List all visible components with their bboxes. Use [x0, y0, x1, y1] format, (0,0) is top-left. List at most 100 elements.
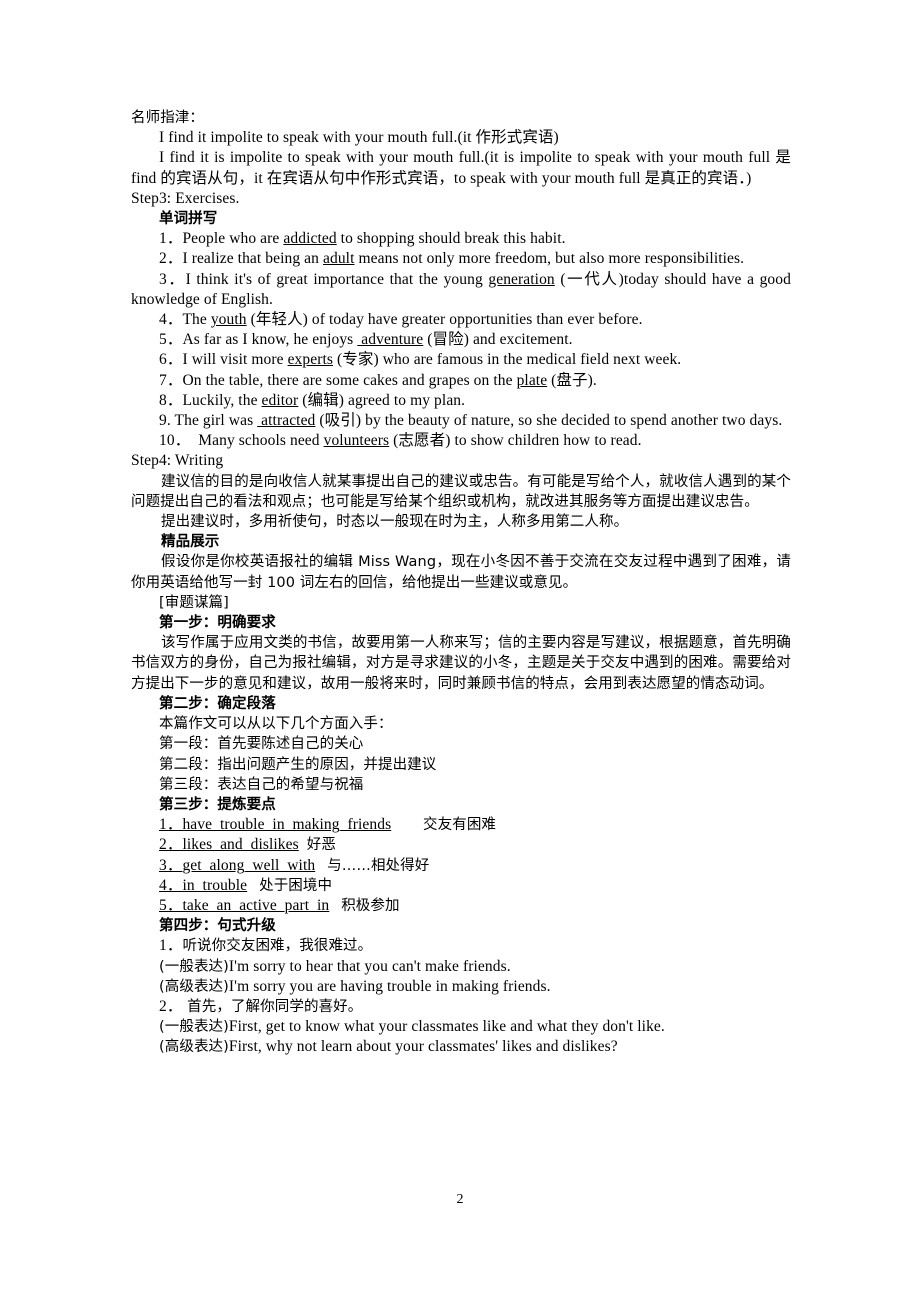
item-text-pre: Many schools need: [190, 432, 324, 450]
spelling-item-6: 6．I will visit more experts (专家) who are…: [131, 350, 791, 370]
item-text-post: (专家) who are famous in the medical field…: [333, 351, 682, 369]
step-four-item-1-cn: 1．听说你交友困难，我很难过。: [131, 936, 791, 956]
item-number: 3．: [159, 270, 186, 288]
item-meaning: 处于困境中: [259, 877, 333, 894]
item-answer: adventure: [357, 331, 424, 349]
item-gap: [315, 857, 327, 874]
advanced-sentence: I'm sorry you are having trouble in maki…: [228, 977, 551, 995]
document-page: 名师指津： I find it impolite to speak with y…: [0, 0, 920, 1302]
writing-intro-paragraph-1: 建议信的目的是向收信人就某事提出自己的建议或忠告。有可能是写给个人，就收信人遇到…: [131, 473, 791, 510]
step-two-intro: 本篇作文可以从以下几个方面入手：: [159, 716, 393, 733]
item-number: 2．: [159, 997, 183, 1015]
spelling-item-1: 1．People who are addicted to shopping sh…: [131, 229, 791, 249]
step3-heading: Step3: Exercises.: [131, 189, 240, 207]
item-number: 10．: [159, 432, 191, 450]
spelling-heading: 单词拼写: [159, 211, 218, 228]
item-text-pre: I will visit more: [182, 351, 288, 369]
item-answer: experts: [287, 351, 334, 369]
item-phrase: in_trouble: [182, 876, 248, 894]
item-text-post: to shopping should break this habit.: [336, 230, 566, 248]
spelling-item-5: 5．As far as I know, he enjoys adventure …: [131, 330, 791, 350]
step-three-item-1: 1．have_trouble_in_making_friends 交友有困难: [131, 815, 791, 835]
step-one-body: 该写作属于应用文类的书信，故要用第一人称来写；信的主要内容是写建议，根据题意，首…: [131, 635, 791, 692]
item-number: 7．: [159, 371, 183, 389]
spelling-item-8: 8．Luckily, the editor (编辑) agreed to my …: [131, 391, 791, 411]
item-meaning: 交友有困难: [423, 817, 497, 834]
item-number: 8．: [159, 391, 183, 409]
item-phrase: likes_and_dislikes: [182, 836, 299, 854]
advanced-sentence: First, why not learn about your classmat…: [228, 1038, 618, 1056]
step-three-item-4: 4．in_trouble 处于困境中: [131, 876, 791, 896]
step-three-item-5: 5．take_an_active_part_in 积极参加: [131, 896, 791, 916]
step-three-item-2: 2．likes_and_dislikes 好恶: [131, 835, 791, 855]
step4-heading: Step4: Writing: [131, 452, 224, 470]
basic-label: (一般表达): [159, 958, 229, 975]
item-text-post: (冒险) and excitement.: [423, 331, 573, 349]
basic-label: (一般表达): [159, 1019, 229, 1036]
item-answer: youth: [210, 311, 247, 329]
step-four-item-1-basic: (一般表达)I'm sorry to hear that you can't m…: [131, 957, 791, 977]
item-answer: generation: [488, 270, 555, 288]
basic-sentence: I'm sorry to hear that you can't make fr…: [228, 957, 511, 975]
item-number: 5．: [159, 331, 183, 349]
item-text-post: (编辑) agreed to my plan.: [298, 391, 466, 409]
item-meaning: 积极参加: [341, 897, 400, 914]
item-gap: [299, 836, 307, 853]
basic-sentence: First, get to know what your classmates …: [228, 1018, 665, 1036]
item-phrase: take_an_active_part_in: [182, 896, 330, 914]
item-phrase: get_along_well_with: [182, 856, 316, 874]
step-two-heading: 第二步：确定段落: [159, 695, 276, 712]
showcase-heading: 精品展示: [161, 534, 220, 551]
step-four-item-2-advanced: (高级表达)First, why not learn about your cl…: [131, 1037, 791, 1057]
spelling-item-2: 2．I realize that being an adult means no…: [131, 249, 791, 269]
item-text-pre: People who are: [182, 230, 284, 248]
tip-heading: 名师指津：: [131, 110, 204, 126]
item-text-pre: Luckily, the: [182, 391, 262, 409]
step-one-heading: 第一步：明确要求: [159, 615, 276, 632]
step-four-item-2-cn: 2． 首先，了解你同学的喜好。: [131, 997, 791, 1017]
spelling-item-10: 10． Many schools need volunteers (志愿者) t…: [131, 431, 791, 451]
item-number: 3．: [159, 856, 183, 874]
item-chinese: 首先，了解你同学的喜好。: [182, 998, 363, 1015]
item-text-post: (盘子).: [547, 371, 597, 389]
advanced-label: (高级表达): [159, 978, 229, 995]
item-answer: editor: [261, 391, 299, 409]
page-number: 2: [456, 1192, 464, 1207]
item-meaning: 与……相处得好: [327, 857, 430, 874]
item-number: 1．: [159, 816, 183, 834]
item-phrase: have_trouble_in_making_friends: [182, 816, 392, 834]
step-two-item-3: 第三段：表达自己的希望与祝福: [159, 776, 364, 793]
item-number: 9.: [159, 412, 171, 430]
tip-line-2: I find it is impolite to speak with your…: [131, 149, 791, 187]
item-text-post: (吸引) by the beauty of nature, so she dec…: [315, 412, 783, 430]
item-answer: addicted: [283, 230, 337, 248]
item-answer: volunteers: [323, 432, 390, 450]
item-text-pre: As far as I know, he enjoys: [182, 331, 358, 349]
item-answer: adult: [323, 250, 355, 268]
item-number: 6．: [159, 351, 183, 369]
item-answer: attracted: [257, 412, 316, 430]
tip-line-1: I find it impolite to speak with your mo…: [159, 129, 559, 147]
advanced-label: (高级表达): [159, 1039, 229, 1056]
item-text-pre: I realize that being an: [182, 250, 323, 268]
item-number: 1．: [159, 937, 183, 955]
item-text-post: (志愿者) to show children how to read.: [389, 432, 642, 450]
item-text-pre: The: [182, 311, 211, 329]
spelling-item-4: 4．The youth (年轻人) of today have greater …: [131, 310, 791, 330]
item-meaning: 好恶: [306, 837, 336, 854]
item-number: 2．: [159, 250, 183, 268]
item-number: 4．: [159, 876, 183, 894]
item-answer: plate: [516, 371, 548, 389]
writing-intro-paragraph-2: 提出建议时，多用祈使句，时态以一般现在时为主，人称多用第二人称。: [161, 514, 629, 531]
item-text-post: (年轻人) of today have greater opportunitie…: [246, 311, 643, 329]
analysis-heading: [审题谋篇]: [159, 594, 229, 611]
step-four-item-1-advanced: (高级表达)I'm sorry you are having trouble i…: [131, 977, 791, 997]
item-gap: [247, 877, 259, 894]
step-three-item-3: 3．get_along_well_with 与……相处得好: [131, 856, 791, 876]
item-gap: [391, 816, 423, 833]
step-four-heading: 第四步：句式升级: [159, 918, 276, 935]
item-gap: [329, 897, 341, 914]
step-four-item-2-basic: (一般表达)First, get to know what your class…: [131, 1017, 791, 1037]
showcase-prompt: 假设你是你校英语报社的编辑 Miss Wang，现在小冬因不善于交流在交友过程中…: [131, 554, 791, 591]
step-two-item-2: 第二段：指出问题产生的原因，并提出建议: [159, 756, 437, 773]
